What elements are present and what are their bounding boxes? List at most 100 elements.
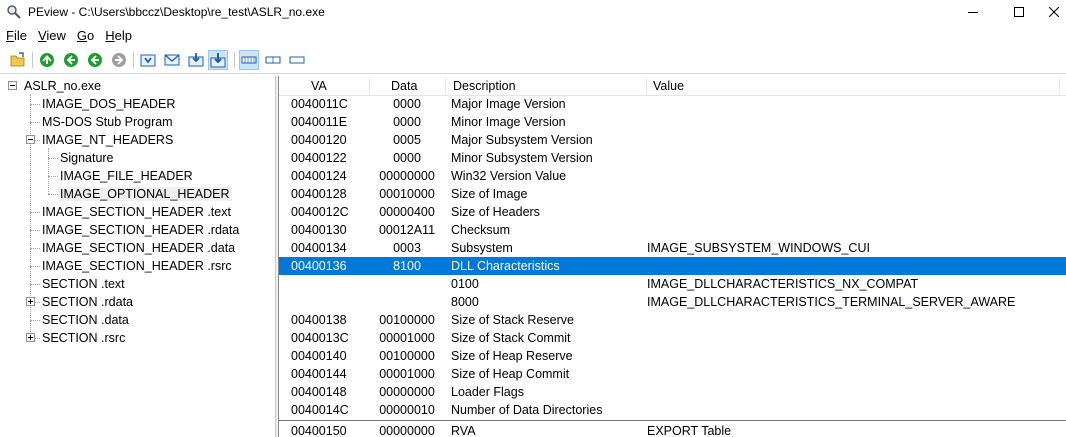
cell-va: 00400136	[291, 259, 347, 273]
cell-description: Major Image Version	[451, 97, 566, 111]
view-mail-icon[interactable]	[162, 50, 182, 70]
tree-pane[interactable]: ASLR_no.exe IMAGE_DOS_HEADER MS-DOS Stub…	[0, 76, 275, 437]
table-row[interactable]: 00400122 0000 Minor Subsystem Version	[279, 149, 1066, 167]
table-row[interactable]: 00400128 00010000 Size of Image	[279, 185, 1066, 203]
maximize-button[interactable]	[996, 0, 1042, 24]
open-folder-icon[interactable]	[8, 50, 28, 70]
cell-va: 0040014C	[291, 403, 349, 417]
table-row[interactable]: 00400140 00100000 Size of Heap Reserve	[279, 347, 1066, 365]
collapse-icon[interactable]	[8, 81, 17, 90]
table-row[interactable]: 0040011C 0000 Major Image Version	[279, 95, 1066, 113]
magnifier-app-icon	[6, 4, 22, 20]
window-title: PEview - C:\Users\bbccz\Desktop\re_test\…	[28, 5, 325, 19]
cell-va: 0040011C	[291, 97, 348, 111]
header-description[interactable]: Description	[453, 76, 516, 96]
table-row[interactable]: 0040011E 0000 Minor Image Version	[279, 113, 1066, 131]
cell-description: 8000	[451, 295, 479, 309]
cell-description: Subsystem	[451, 241, 513, 255]
table-row[interactable]: 00400144 00001000 Size of Heap Commit	[279, 365, 1066, 383]
view-words-icon[interactable]	[263, 50, 283, 70]
tree-item-dos-stub[interactable]: MS-DOS Stub Program	[40, 113, 175, 131]
cell-data: 00012A11	[378, 223, 436, 237]
toolbar	[0, 46, 1066, 74]
header-data[interactable]: Data	[391, 76, 417, 96]
cell-va: 00400134	[291, 241, 347, 255]
go-first-icon[interactable]	[37, 50, 57, 70]
tree-item-section-text[interactable]: SECTION .text	[40, 275, 127, 293]
cell-value: IMAGE_DLLCHARACTERISTICS_TERMINAL_SERVER…	[647, 295, 1016, 309]
cell-data: 00001000	[379, 331, 435, 345]
view-download-icon[interactable]	[138, 50, 158, 70]
cell-description: Win32 Version Value	[451, 169, 567, 183]
table-row[interactable]: 0040013C 00001000 Size of Stack Commit	[279, 329, 1066, 347]
tree-item-section-header-rsrc[interactable]: IMAGE_SECTION_HEADER .rsrc	[40, 257, 234, 275]
cell-data: 00100000	[379, 313, 435, 327]
cell-va: 00400122	[291, 151, 347, 165]
table-row[interactable]: 00400138 00100000 Size of Stack Reserve	[279, 311, 1066, 329]
cell-data: 00100000	[379, 349, 435, 363]
view-bytes-icon[interactable]	[239, 50, 259, 70]
cell-data: 00000000	[379, 169, 435, 183]
cell-value: EXPORT Table	[647, 424, 732, 437]
menu-go[interactable]: Go	[71, 26, 99, 46]
table-row[interactable]: 00400136 8100 DLL Characteristics	[279, 257, 1066, 275]
menu-file[interactable]: File	[0, 26, 32, 46]
table-row[interactable]: 0040012C 00000400 Size of Headers	[279, 203, 1066, 221]
table-row[interactable]: 00400120 0005 Major Subsystem Version	[279, 131, 1066, 149]
view-dwords-icon[interactable]	[287, 50, 307, 70]
cell-va: 00400128	[291, 187, 347, 201]
expand-icon[interactable]	[26, 297, 35, 306]
cell-va: 00400130	[291, 223, 347, 237]
minimize-button[interactable]	[950, 0, 996, 24]
tree-item-file-header[interactable]: IMAGE_FILE_HEADER	[58, 167, 195, 185]
tree-item-dos-header[interactable]: IMAGE_DOS_HEADER	[40, 95, 177, 113]
table-row[interactable]: 00400130 00012A11 Checksum	[279, 221, 1066, 239]
go-forward-icon[interactable]	[85, 50, 105, 70]
cell-va: 00400150	[291, 424, 347, 437]
tree-item-section-rdata[interactable]: SECTION .rdata	[40, 293, 135, 311]
tree-item-section-header-rdata[interactable]: IMAGE_SECTION_HEADER .rdata	[40, 221, 241, 239]
header-value[interactable]: Value	[653, 76, 684, 96]
cell-description: 0100	[451, 277, 479, 291]
tree-item-nt-headers[interactable]: IMAGE_NT_HEADERS	[40, 131, 175, 149]
detail-table[interactable]: VA Data Description Value 0040011C 0000 Ma…	[278, 76, 1066, 437]
cell-value: IMAGE_DLLCHARACTERISTICS_NX_COMPAT	[647, 277, 919, 291]
table-header: VA Data Description Value	[279, 76, 1066, 96]
menu-view[interactable]: View	[32, 26, 71, 46]
header-va[interactable]: VA	[311, 76, 327, 96]
table-row[interactable]: 0100 IMAGE_DLLCHARACTERISTICS_NX_COMPAT	[279, 275, 1066, 293]
cell-description: Size of Stack Reserve	[451, 313, 574, 327]
tree-item-root[interactable]: ASLR_no.exe	[22, 77, 103, 95]
tree-item-section-header-text[interactable]: IMAGE_SECTION_HEADER .text	[40, 203, 233, 221]
tree-item-section-data[interactable]: SECTION .data	[40, 311, 131, 329]
cell-data: 00001000	[379, 367, 435, 381]
cell-description: Size of Stack Commit	[451, 331, 571, 345]
cell-data: 0000	[393, 97, 421, 111]
table-row[interactable]: 00400148 00000000 Loader Flags	[279, 383, 1066, 401]
table-row[interactable]: 00400134 0003 Subsystem IMAGE_SUBSYSTEM_WIN…	[279, 239, 1066, 257]
menu-help[interactable]: Help	[99, 26, 137, 46]
cell-data: 0000	[393, 151, 421, 165]
table-row[interactable]: 00400150 00000000 RVA EXPORT Table	[279, 422, 1066, 437]
close-button[interactable]	[1042, 0, 1066, 24]
tree-item-section-header-data[interactable]: IMAGE_SECTION_HEADER .data	[40, 239, 237, 257]
collapse-icon[interactable]	[26, 135, 35, 144]
tree-item-optional-header[interactable]: IMAGE_OPTIONAL_HEADER	[58, 185, 232, 203]
go-back-icon[interactable]	[61, 50, 81, 70]
table-row[interactable]: 8000 IMAGE_DLLCHARACTERISTICS_TERMINAL_SE…	[279, 293, 1066, 311]
view-import-icon[interactable]	[186, 50, 206, 70]
cell-description: DLL Characteristics	[451, 259, 560, 273]
cell-va: 00400148	[291, 385, 347, 399]
go-last-icon[interactable]	[109, 50, 129, 70]
title-bar[interactable]: PEview - C:\Users\bbccz\Desktop\re_test\…	[0, 0, 1066, 24]
expand-icon[interactable]	[26, 333, 35, 342]
table-row[interactable]: 00400124 00000000 Win32 Version Value	[279, 167, 1066, 185]
tree-item-signature[interactable]: Signature	[58, 149, 116, 167]
view-export-icon[interactable]	[208, 50, 228, 70]
tree-item-section-rsrc[interactable]: SECTION .rsrc	[40, 329, 127, 347]
cell-va: 0040013C	[291, 331, 349, 345]
cell-description: Checksum	[451, 223, 511, 237]
cell-va: 00400138	[291, 313, 347, 327]
cell-description: RVA	[451, 424, 476, 437]
table-row[interactable]: 0040014C 00000010 Number of Data Directori…	[279, 401, 1066, 419]
